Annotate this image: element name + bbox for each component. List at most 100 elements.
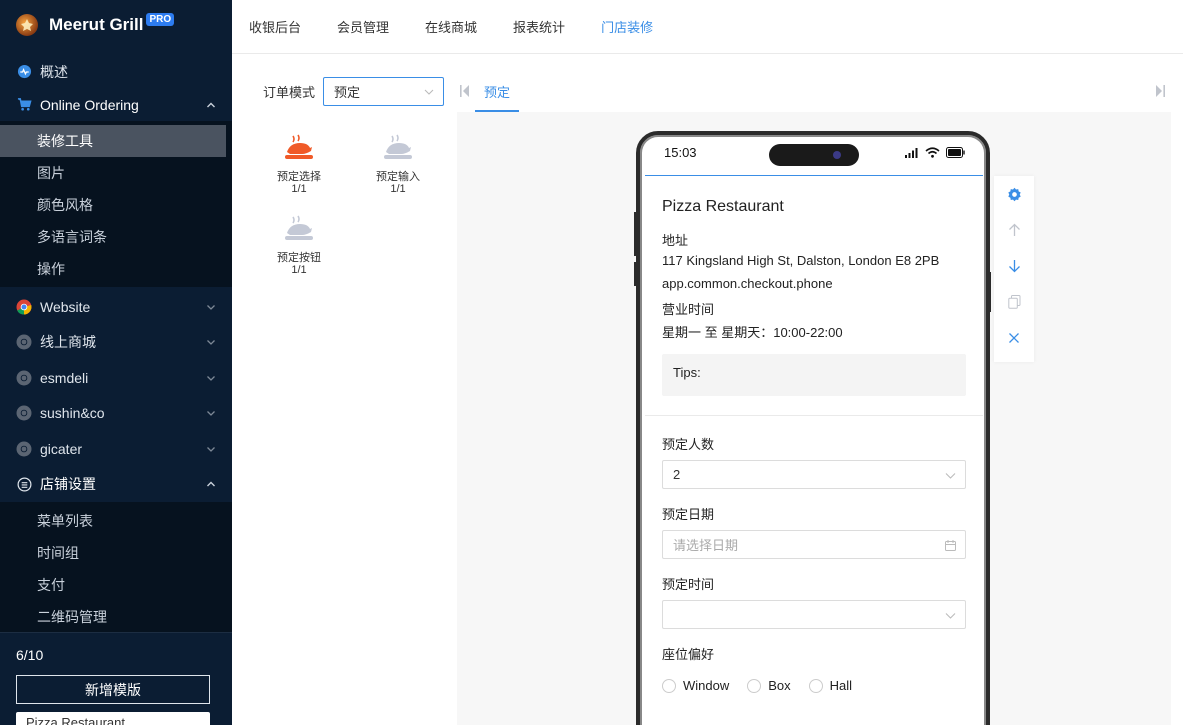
gear-icon [1007, 187, 1021, 201]
order-mode-select[interactable]: 预定 [323, 77, 444, 106]
status-bar: 15:03 [645, 139, 983, 176]
status-icons [905, 147, 965, 158]
menu-store-settings[interactable]: 店铺设置 [0, 467, 232, 502]
tab-reservation[interactable]: 预定 [475, 74, 519, 112]
chrome-icon [16, 299, 32, 315]
move-down-button[interactable] [994, 248, 1034, 284]
sidebar: Meerut Grill PRO 概述 Online Ordering 装修工具… [0, 0, 232, 725]
component-count: 1/1 [390, 183, 406, 195]
brand-logo-icon [16, 14, 38, 36]
move-up-button[interactable] [994, 212, 1034, 248]
sidebar-item-decoration-tool[interactable]: 装修工具 [0, 125, 226, 157]
component-count: 1/1 [291, 264, 307, 276]
roast-chicken-icon [285, 134, 313, 159]
list-circle-icon [16, 476, 32, 492]
people-label: 预定人数 [662, 437, 715, 452]
sidebar-item-qr-management[interactable]: 二维码管理 [0, 601, 232, 633]
site-list: Website 线上商城 esmdeli sushin&co gicater [0, 287, 232, 467]
cart-icon [16, 97, 32, 113]
seat-option-window[interactable]: Window [662, 678, 729, 693]
nav-pos-backend[interactable]: 收银后台 [249, 17, 301, 36]
date-picker[interactable]: 请选择日期 [662, 530, 966, 559]
sidebar-item-payment[interactable]: 支付 [0, 569, 232, 601]
copy-button[interactable] [994, 284, 1034, 320]
menu-online-ordering-label: Online Ordering [40, 96, 139, 113]
status-time: 15:03 [664, 145, 697, 160]
menu-site-gicater[interactable]: gicater [0, 431, 232, 467]
component-label: 预定按钮 [277, 252, 321, 264]
tab-prev-icon[interactable] [460, 85, 470, 97]
seat-radio-group: Window Box Hall [662, 678, 966, 693]
seat-option-hall[interactable]: Hall [808, 678, 853, 693]
menu-online-ordering[interactable]: Online Ordering [0, 88, 232, 121]
store-select[interactable]: Pizza Restaurant [16, 712, 210, 725]
radio-circle[interactable] [747, 678, 762, 693]
copy-icon [1007, 295, 1020, 309]
camera-icon [833, 151, 841, 159]
component-reservation-button[interactable]: 预定按钮 1/1 [269, 215, 329, 276]
date-placeholder: 请选择日期 [673, 538, 739, 553]
menu-site-sushinco[interactable]: sushin&co [0, 396, 232, 432]
time-select[interactable] [662, 600, 966, 629]
people-value: 2 [673, 467, 681, 482]
sidebar-item-i18n-terms[interactable]: 多语言词条 [0, 221, 232, 253]
order-mode-label: 订单模式 [263, 85, 316, 100]
phone-key: app.common.checkout.phone [662, 276, 833, 291]
sidebar-footer: 6/10 新增模版 Pizza Restaurant [0, 632, 232, 725]
nav-store-decoration[interactable]: 门店装修 [601, 17, 653, 36]
people-select[interactable]: 2 [662, 460, 966, 489]
wifi-icon [925, 147, 940, 158]
tab-next-icon[interactable] [1155, 85, 1165, 97]
date-label: 预定日期 [662, 507, 715, 522]
chevron-up-icon [207, 481, 215, 487]
restaurant-name: Pizza Restaurant [662, 198, 784, 215]
chevron-down-icon [945, 473, 956, 479]
nav-reports[interactable]: 报表统计 [513, 17, 565, 36]
time-label: 预定时间 [662, 577, 715, 592]
seat-label: 座位偏好 [662, 647, 715, 662]
chevron-down-icon [207, 304, 215, 310]
nav-member-management[interactable]: 会员管理 [337, 17, 389, 36]
menu-overview-label: 概述 [40, 63, 68, 80]
battery-icon [946, 147, 965, 158]
sidebar-item-images[interactable]: 图片 [0, 157, 232, 189]
add-template-button[interactable]: 新增模版 [16, 675, 210, 704]
component-reservation-select[interactable]: 预定选择 1/1 [269, 134, 329, 195]
radio-circle[interactable] [808, 678, 823, 693]
component-toolbar [994, 176, 1034, 362]
phone-screen: 15:03 Pizza Restaurant 地址 117 Kingsland … [645, 139, 983, 725]
component-label: 预定输入 [376, 171, 420, 183]
brand-name: Meerut Grill [49, 15, 144, 34]
store-info-block[interactable]: Pizza Restaurant 地址 117 Kingsland High S… [645, 176, 983, 396]
radio-circle[interactable] [662, 678, 676, 693]
reservation-form: 预定人数 2 预定日期 请选择日期 预定时间 座位偏好 Window Box H… [645, 416, 983, 693]
sidebar-item-color-style[interactable]: 颜色风格 [0, 189, 232, 221]
brand[interactable]: Meerut Grill PRO [0, 0, 232, 50]
seat-option-box[interactable]: Box [747, 678, 791, 693]
seat-option-label: Hall [829, 678, 853, 693]
menu-site-website[interactable]: Website [0, 289, 232, 325]
seat-option-label: Window [683, 678, 730, 693]
menu-site-esmdeli[interactable]: esmdeli [0, 360, 232, 396]
chevron-down-icon [207, 340, 215, 346]
menu-site-online-mall[interactable]: 线上商城 [0, 325, 232, 361]
close-icon [1009, 333, 1019, 343]
sidebar-item-operations[interactable]: 操作 [0, 253, 232, 285]
settings-button[interactable] [994, 176, 1034, 212]
delete-button[interactable] [994, 320, 1034, 356]
menu-store-settings-label: 店铺设置 [40, 476, 96, 492]
menu-site-online-mall-label: 线上商城 [40, 334, 96, 351]
sidebar-item-time-groups[interactable]: 时间组 [0, 537, 232, 569]
dynamic-island [769, 144, 859, 166]
online-ordering-submenu: 装修工具 图片 颜色风格 多语言词条 操作 [0, 121, 232, 287]
seat-option-label: Box [768, 678, 791, 693]
menu-site-website-label: Website [40, 298, 91, 315]
component-reservation-input[interactable]: 预定输入 1/1 [368, 134, 428, 195]
menu-overview[interactable]: 概述 [0, 55, 232, 88]
menu-site-esmdeli-label: esmdeli [40, 369, 89, 386]
nav-online-mall[interactable]: 在线商城 [425, 17, 477, 36]
sidebar-item-menu-list[interactable]: 菜单列表 [0, 505, 232, 537]
top-nav: 收银后台 会员管理 在线商城 报表统计 门店装修 [232, 0, 1183, 54]
chrome-gray-icon [16, 441, 32, 457]
chevron-down-icon [207, 446, 215, 452]
